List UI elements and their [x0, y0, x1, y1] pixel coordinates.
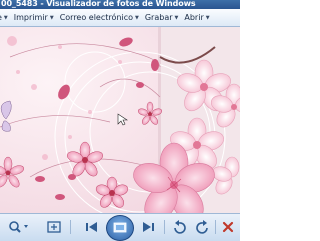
- toolbar-divider: [164, 220, 165, 234]
- photo-viewer-area[interactable]: [0, 27, 240, 213]
- menu-item-label: Correo electrónico: [59, 13, 133, 22]
- slideshow-icon: [113, 222, 127, 233]
- previous-icon: [86, 222, 97, 232]
- chevron-down-icon: ▼: [49, 14, 54, 21]
- toolbar-divider: [215, 220, 216, 234]
- photo-image: [0, 27, 240, 213]
- zoom-icon: [9, 221, 28, 233]
- fit-window-button[interactable]: [44, 218, 64, 236]
- menu-item-imprimir[interactable]: Imprimir ▼: [14, 13, 60, 22]
- fit-window-icon: [47, 221, 61, 233]
- toolbar-divider: [70, 220, 71, 234]
- chevron-down-icon: ▼: [174, 14, 179, 21]
- rotate-left-button[interactable]: [170, 218, 188, 236]
- menu-item-grabar[interactable]: Grabar ▼: [145, 13, 185, 22]
- next-button[interactable]: [138, 218, 158, 236]
- menu-item-archivo[interactable]: e ▼: [0, 13, 14, 22]
- menu-item-label: Imprimir: [13, 13, 48, 22]
- chevron-down-icon: ▼: [134, 14, 139, 21]
- menu-item-correo[interactable]: Correo electrónico ▼: [60, 13, 145, 22]
- delete-icon: [222, 221, 234, 233]
- rotate-right-icon: [196, 220, 208, 234]
- menu-bar: e ▼ Imprimir ▼ Correo electrónico ▼ Grab…: [0, 9, 240, 27]
- menu-item-label: Abrir: [184, 13, 204, 22]
- window-title: 00_5483 - Visualizador de fotos de Windo…: [1, 0, 196, 8]
- menu-item-label: e: [0, 13, 2, 22]
- delete-button[interactable]: [219, 218, 237, 236]
- chevron-down-icon: ▼: [205, 14, 210, 21]
- menu-item-abrir[interactable]: Abrir ▼: [184, 13, 215, 22]
- rotate-right-button[interactable]: [194, 218, 212, 236]
- chevron-down-icon: ▼: [3, 14, 8, 21]
- viewer-toolbar: [0, 213, 240, 241]
- menu-item-label: Grabar: [144, 13, 173, 22]
- rotate-left-icon: [174, 220, 186, 234]
- slideshow-button[interactable]: [106, 215, 134, 241]
- next-icon: [143, 222, 154, 232]
- previous-button[interactable]: [82, 218, 102, 236]
- title-bar: 00_5483 - Visualizador de fotos de Windo…: [0, 0, 240, 9]
- zoom-button[interactable]: [6, 218, 32, 236]
